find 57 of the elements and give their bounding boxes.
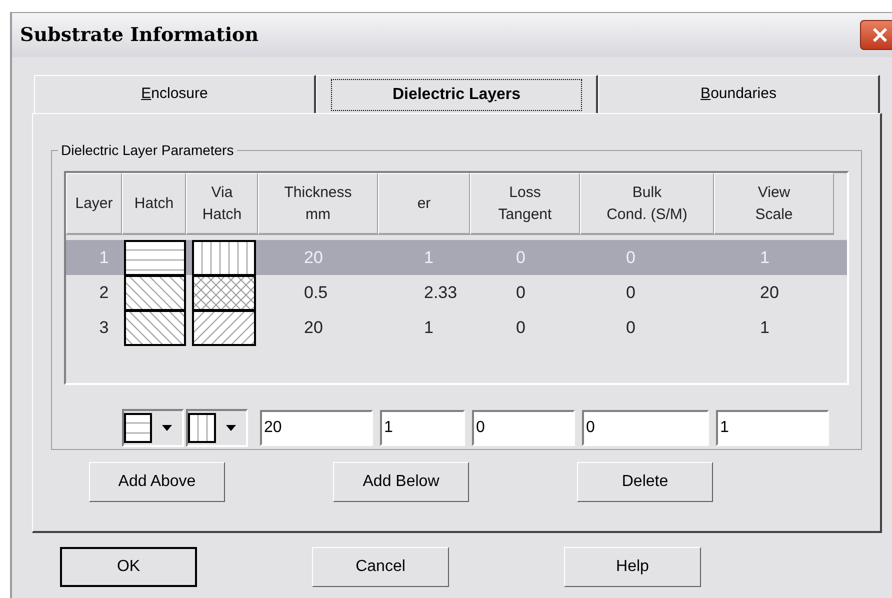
table-cell-text: 1: [423, 247, 434, 270]
column-header[interactable]: Loss Tangent: [470, 173, 580, 235]
table-cell-text: 1: [423, 317, 434, 340]
window-title: Substrate Information: [20, 22, 259, 48]
hatch-swatch: [124, 275, 186, 311]
tab[interactable]: Boundaries: [598, 75, 880, 113]
table-cell-text: 2.33: [423, 282, 458, 304]
table-cell-text: 0: [625, 317, 636, 340]
table-cell-text: 1: [759, 317, 770, 340]
table-cell-text: 20: [303, 247, 324, 270]
table-cell-text: 0: [625, 247, 636, 270]
input-field[interactable]: 1: [380, 410, 465, 446]
table-row[interactable]: 2 0.5 2.33 0 0 20: [66, 275, 847, 310]
action-button[interactable]: Delete: [577, 462, 713, 502]
hatch-dropdown[interactable]: [122, 409, 184, 447]
table-cell-text: 3: [98, 317, 110, 340]
action-button[interactable]: Add Below: [333, 462, 469, 502]
column-header[interactable]: Bulk Cond. (S/M): [580, 173, 714, 235]
hatch-swatch: [124, 413, 152, 443]
dialog-button[interactable]: Cancel: [312, 547, 449, 587]
table-cell-text: 1: [98, 247, 110, 270]
table-cell-text: 1: [759, 247, 770, 270]
close-button[interactable]: [860, 20, 892, 50]
close-icon: [872, 27, 888, 43]
column-header[interactable]: Via Hatch: [186, 173, 258, 235]
table-cell-text: 0.5: [303, 282, 329, 304]
caret-icon: [226, 425, 236, 431]
column-header[interactable]: Thickness mm: [258, 173, 378, 235]
table-cell-text: 0: [515, 317, 526, 340]
tab[interactable]: Enclosure: [34, 75, 316, 113]
column-header[interactable]: Layer: [66, 173, 122, 235]
hatch-swatch: [188, 413, 216, 443]
table-row[interactable]: 3 20 1 0 0 1: [66, 310, 847, 345]
column-header[interactable]: Hatch: [122, 173, 186, 235]
input-field[interactable]: 0: [582, 410, 709, 446]
table-cell-text: 2: [98, 282, 110, 304]
hatch-swatch: [124, 240, 186, 276]
column-header[interactable]: er: [378, 173, 470, 235]
table-cell-text: 0: [625, 282, 636, 304]
dialog-button[interactable]: OK: [60, 547, 197, 587]
hatch-swatch: [192, 275, 256, 311]
table-cell-text: 0: [515, 282, 526, 304]
table-cell-text: 0: [515, 247, 526, 270]
column-header[interactable]: View Scale: [714, 173, 834, 235]
hatch-swatch: [192, 240, 256, 276]
table-cell-text: 20: [759, 282, 780, 304]
tab[interactable]: Dielectric Layers: [316, 75, 598, 113]
hatch-dropdown[interactable]: [186, 409, 248, 447]
input-field[interactable]: 0: [472, 410, 575, 446]
input-field[interactable]: 20: [260, 410, 373, 446]
input-field[interactable]: 1: [716, 410, 829, 446]
hatch-swatch: [192, 310, 256, 346]
dialog-button[interactable]: Help: [564, 547, 701, 587]
action-button[interactable]: Add Above: [89, 462, 225, 502]
caret-icon: [162, 425, 172, 431]
table-cell-text: 20: [303, 317, 324, 340]
hatch-swatch: [124, 310, 186, 346]
